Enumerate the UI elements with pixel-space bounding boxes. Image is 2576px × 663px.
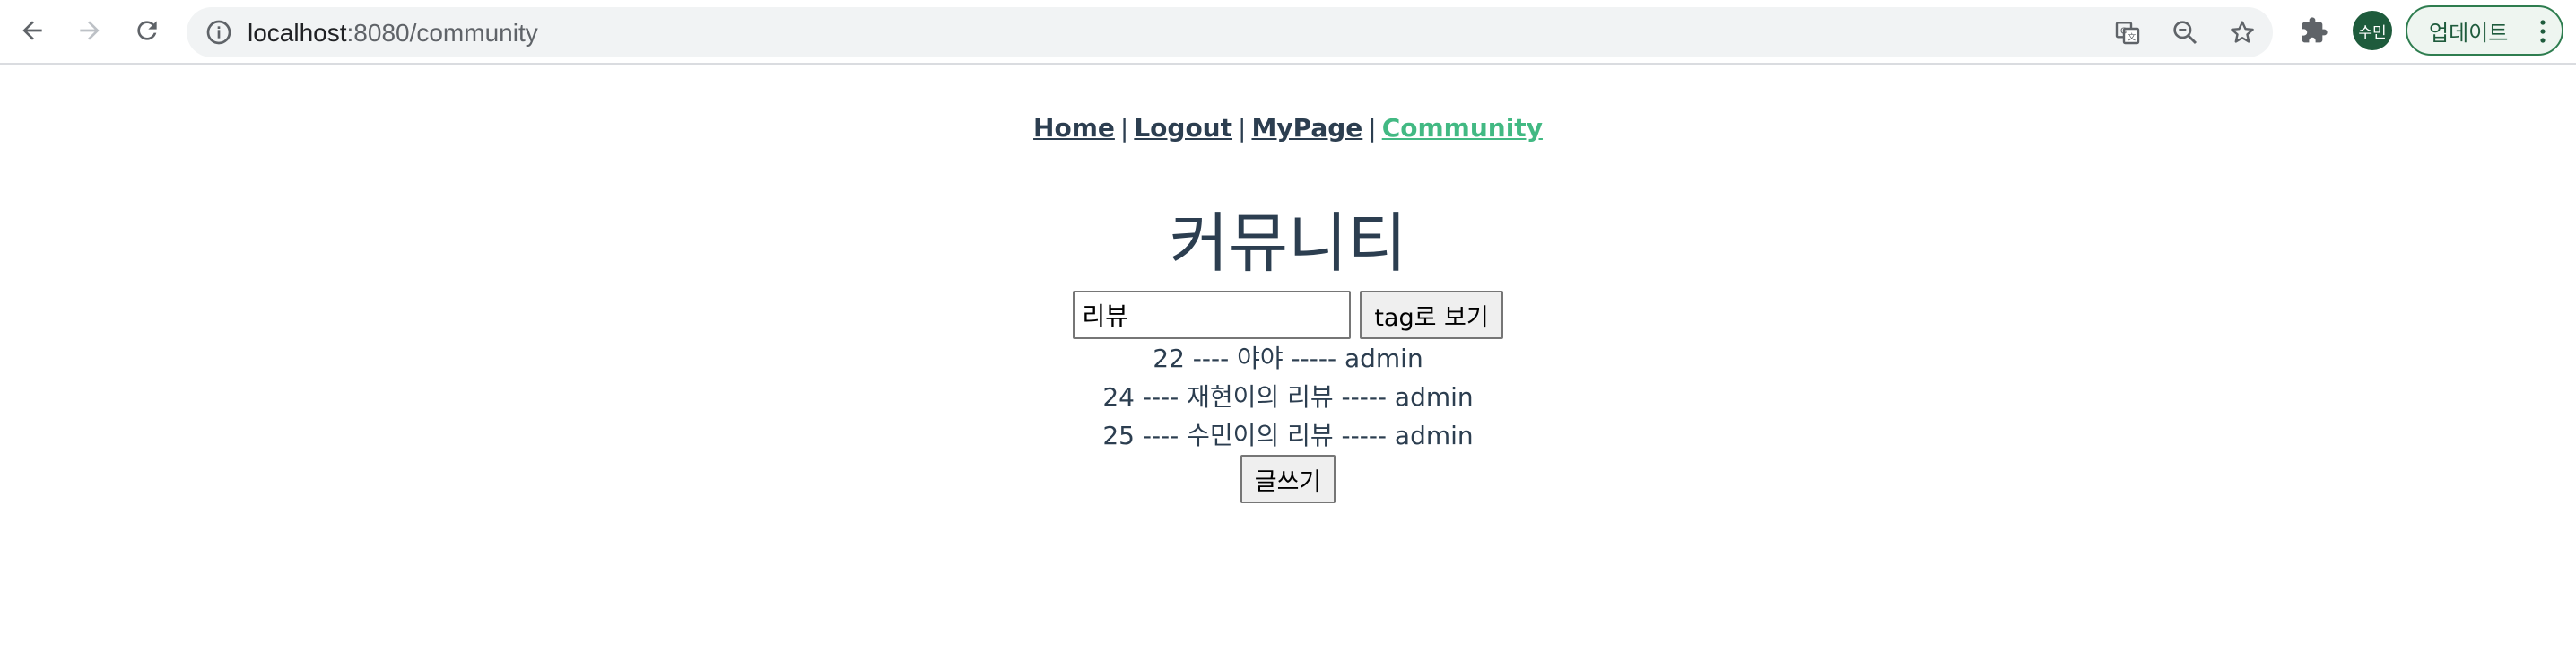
nav-separator: |: [1119, 113, 1129, 143]
url-host: localhost: [248, 19, 347, 47]
svg-text:G: G: [2120, 26, 2127, 36]
tag-search: tag로 보기: [0, 291, 2576, 339]
tag-input[interactable]: [1073, 291, 1352, 339]
nav-link-home[interactable]: Home: [1033, 113, 1115, 143]
translate-icon[interactable]: G 文: [2113, 18, 2142, 47]
post-item[interactable]: 22 ---- 야야 ----- admin: [0, 339, 2576, 378]
extensions-button[interactable]: [2294, 11, 2334, 50]
zoom-out-icon[interactable]: [2171, 18, 2199, 47]
url-text[interactable]: localhost:8080/community: [248, 19, 538, 48]
address-bar[interactable]: localhost:8080/community G 文: [187, 7, 2273, 57]
view-by-tag-button[interactable]: tag로 보기: [1360, 291, 1503, 339]
post-list: 22 ---- 야야 ----- admin 24 ---- 재현이의 리뷰 -…: [0, 339, 2576, 455]
post-item[interactable]: 24 ---- 재현이의 리뷰 ----- admin: [0, 378, 2576, 416]
write-row: 글쓰기: [0, 455, 2576, 503]
url-path: :8080/community: [346, 19, 538, 47]
arrow-left-icon: [22, 21, 42, 40]
profile-avatar[interactable]: 수민: [2353, 11, 2392, 50]
nav-separator: |: [1368, 113, 1377, 143]
update-button[interactable]: 업데이트: [2406, 5, 2563, 56]
write-post-button[interactable]: 글쓰기: [1240, 455, 1336, 503]
back-button[interactable]: [13, 11, 52, 50]
nav-link-logout[interactable]: Logout: [1134, 113, 1232, 143]
page-title: 커뮤니티: [1169, 205, 1407, 281]
forward-button[interactable]: [70, 11, 109, 50]
browser-toolbar: localhost:8080/community G 文 수민 업데이트: [0, 0, 2576, 65]
nav-link-community[interactable]: Community: [1382, 113, 1543, 143]
more-vertical-icon: [2540, 20, 2546, 43]
puzzle-icon: [2302, 17, 2328, 43]
svg-text:文: 文: [2128, 32, 2136, 43]
nav-separator: |: [1238, 113, 1247, 143]
arrow-right-icon: [80, 21, 100, 40]
reload-icon: [137, 21, 157, 40]
main-nav: Home | Logout | MyPage | Community: [0, 113, 2576, 143]
star-icon[interactable]: [2228, 18, 2257, 47]
info-icon[interactable]: [205, 18, 233, 47]
update-label: 업데이트: [2429, 20, 2509, 46]
nav-link-mypage[interactable]: MyPage: [1251, 113, 1362, 143]
post-item[interactable]: 25 ---- 수민이의 리뷰 ----- admin: [0, 416, 2576, 455]
reload-button[interactable]: [127, 11, 167, 50]
